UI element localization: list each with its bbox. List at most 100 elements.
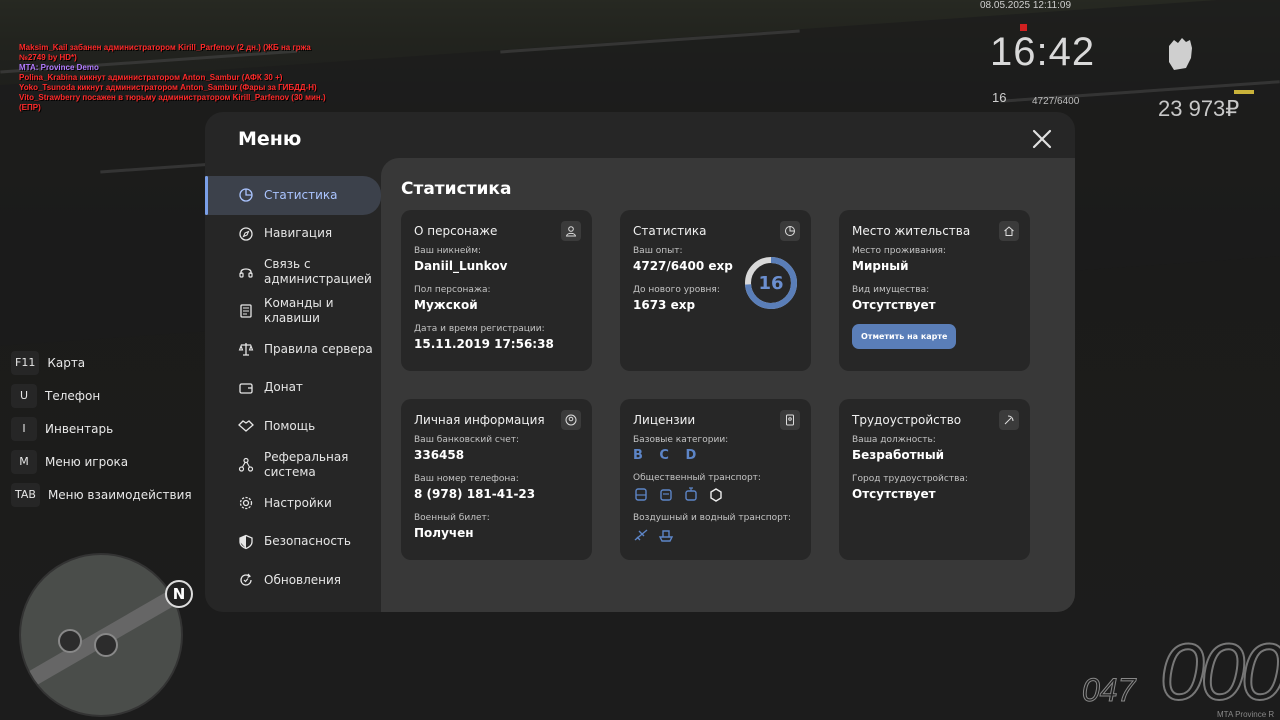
- card-title: Трудоустройство: [852, 413, 962, 427]
- user-circle-icon: [561, 410, 581, 430]
- hud-datetime: 08.05.2025 12:11:09: [980, 0, 1072, 11]
- city-value: Отсутствует: [852, 487, 936, 501]
- sidebar-item-label: Связь с администрацией: [264, 257, 372, 287]
- compass-icon: [239, 227, 253, 241]
- military-value: Получен: [414, 526, 474, 540]
- close-icon[interactable]: [1031, 128, 1053, 150]
- card-title: Лицензии: [633, 413, 696, 427]
- chat-line: Polina_Krabina кикнут администратором An…: [19, 73, 283, 82]
- chat-log: Maksim_Kail забанен администратором Kiri…: [19, 43, 326, 113]
- sidebar-item-label: Безопасность: [264, 534, 351, 549]
- hotkey-item[interactable]: I Инвентарь: [11, 412, 192, 445]
- card-employment: Трудоустройство Ваша должность: Безработ…: [839, 399, 1030, 560]
- card-residence: Место жительства Место проживания: Мирны…: [839, 210, 1030, 371]
- hotkey-label: Меню игрока: [45, 454, 129, 469]
- base-categories-label: Базовые категории:: [633, 435, 729, 445]
- hud-level: 16: [992, 90, 1007, 105]
- hotkey-item[interactable]: U Телефон: [11, 379, 192, 412]
- sidebar-item-scales[interactable]: Правила сервера: [205, 330, 381, 369]
- hotkey-key: U: [11, 383, 37, 408]
- sidebar-item-handshake[interactable]: Помощь: [205, 407, 381, 446]
- sidebar-item-label: Обновления: [264, 572, 342, 587]
- hotkey-item[interactable]: M Меню игрока: [11, 445, 192, 478]
- chat-line: MTA: Province Demo: [19, 63, 99, 72]
- property-value: Отсутствует: [852, 298, 936, 312]
- fuel-station-map-icon: [94, 633, 118, 657]
- public-transport-icons: [633, 487, 798, 503]
- hud-clock: 16:42: [990, 30, 1096, 74]
- phone-value: 8 (978) 181-41-23: [414, 487, 536, 501]
- content-title: Статистика: [401, 179, 512, 199]
- chat-line: Yoko_Tsunoda кикнут администратором Anto…: [19, 83, 317, 92]
- server-watermark: MTA Province R: [1217, 710, 1275, 719]
- hotkey-key: F11: [11, 350, 40, 375]
- sidebar-item-refresh[interactable]: Обновления: [205, 561, 381, 600]
- air-water-icons: [633, 527, 798, 543]
- pie-chart-icon: [239, 188, 253, 202]
- sidebar-item-pie-chart[interactable]: Статистика: [205, 176, 381, 215]
- sidebar-item-wallet[interactable]: Донат: [205, 369, 381, 408]
- mark-on-map-button[interactable]: Отметить на карте: [852, 324, 957, 349]
- card-title: Место жительства: [852, 224, 971, 238]
- hotkey-label: Меню взаимодействия: [47, 487, 192, 502]
- card-character: О персонаже Ваш никнейм: Daniil_Lunkov П…: [401, 210, 592, 371]
- sidebar-item-document[interactable]: Команды и клавиши: [205, 292, 381, 331]
- trolleybus-icon: [660, 489, 672, 501]
- chat-line: Vito_Strawberry посажен в тюрьму админис…: [19, 93, 326, 102]
- handshake-icon: [238, 420, 254, 433]
- taxi-icon: [710, 488, 722, 502]
- hotkey-label: Телефон: [45, 388, 101, 403]
- headset-icon: [239, 268, 253, 278]
- sidebar-item-compass[interactable]: Навигация: [205, 215, 381, 254]
- sidebar-item-label: Донат: [264, 380, 303, 395]
- sidebar-item-label: Статистика: [264, 187, 338, 202]
- tram-icon: [685, 487, 697, 501]
- sidebar-item-label: Реферальная система: [264, 449, 349, 479]
- hud-money: 23 973₽: [1158, 96, 1240, 121]
- sidebar-item-label: Навигация: [264, 226, 333, 241]
- sidebar-item-network[interactable]: Реферальная система: [205, 446, 381, 485]
- refresh-icon: [240, 573, 252, 586]
- player-menu: Меню Статистика Навигация Связь с админист…: [205, 112, 1075, 612]
- public-transport-label: Общественный транспорт:: [633, 473, 761, 483]
- hotkey-key: I: [11, 416, 37, 441]
- card-licenses: Лицензии Базовые категории: B C D Общест…: [620, 399, 811, 560]
- chat-line: Maksim_Kail забанен администратором Kiri…: [19, 43, 311, 52]
- money-bar: [1234, 90, 1254, 94]
- hotkey-key: M: [11, 449, 37, 474]
- card-title: Личная информация: [414, 413, 545, 427]
- reg-label: Дата и время регистрации:: [414, 324, 545, 334]
- hotkey-list: F11 Карта U Телефон I Инвентарь M Меню игрока TA…: [11, 346, 192, 511]
- bank-value: 336458: [414, 448, 465, 462]
- sidebar-item-label: Команды и клавиши: [264, 295, 334, 325]
- document-icon: [240, 304, 252, 318]
- boat-icon: [658, 530, 674, 542]
- stats-content: Статистика О персонаже Ваш никнейм: Dani…: [381, 158, 1075, 612]
- hotkey-item[interactable]: F11 Карта: [11, 346, 192, 379]
- hotkey-label: Карта: [47, 355, 86, 370]
- place-label: Место проживания:: [852, 246, 946, 256]
- hotkey-key: TAB: [11, 482, 40, 507]
- user-icon: [561, 221, 581, 241]
- card-personal: Личная информация Ваш банковский счет: 3…: [401, 399, 592, 560]
- shield-icon: [239, 534, 253, 549]
- sidebar-item-shield[interactable]: Безопасность: [205, 523, 381, 562]
- bank-label: Ваш банковский счет:: [414, 435, 520, 445]
- gender-value: Мужской: [414, 298, 478, 312]
- gear-icon: [239, 497, 253, 510]
- position-value: Безработный: [852, 448, 945, 462]
- sidebar-item-label: Помощь: [264, 418, 316, 433]
- house-map-icon: [58, 629, 82, 653]
- base-categories-value: B C D: [633, 448, 703, 463]
- pie-chart-icon: [780, 221, 800, 241]
- hotkey-item[interactable]: TAB Меню взаимодействия: [11, 478, 192, 511]
- nick-value: Daniil_Lunkov: [414, 259, 508, 273]
- hud-exp: 4727/6400: [1032, 96, 1080, 107]
- place-value: Мирный: [852, 259, 909, 273]
- card-title: О персонаже: [414, 224, 498, 238]
- north-compass-icon: N: [165, 580, 193, 608]
- sidebar-item-gear[interactable]: Настройки: [205, 484, 381, 523]
- hotkey-label: Инвентарь: [45, 421, 114, 436]
- sidebar-item-headset[interactable]: Связь с администрацией: [205, 253, 381, 292]
- card-title: Статистика: [633, 224, 707, 238]
